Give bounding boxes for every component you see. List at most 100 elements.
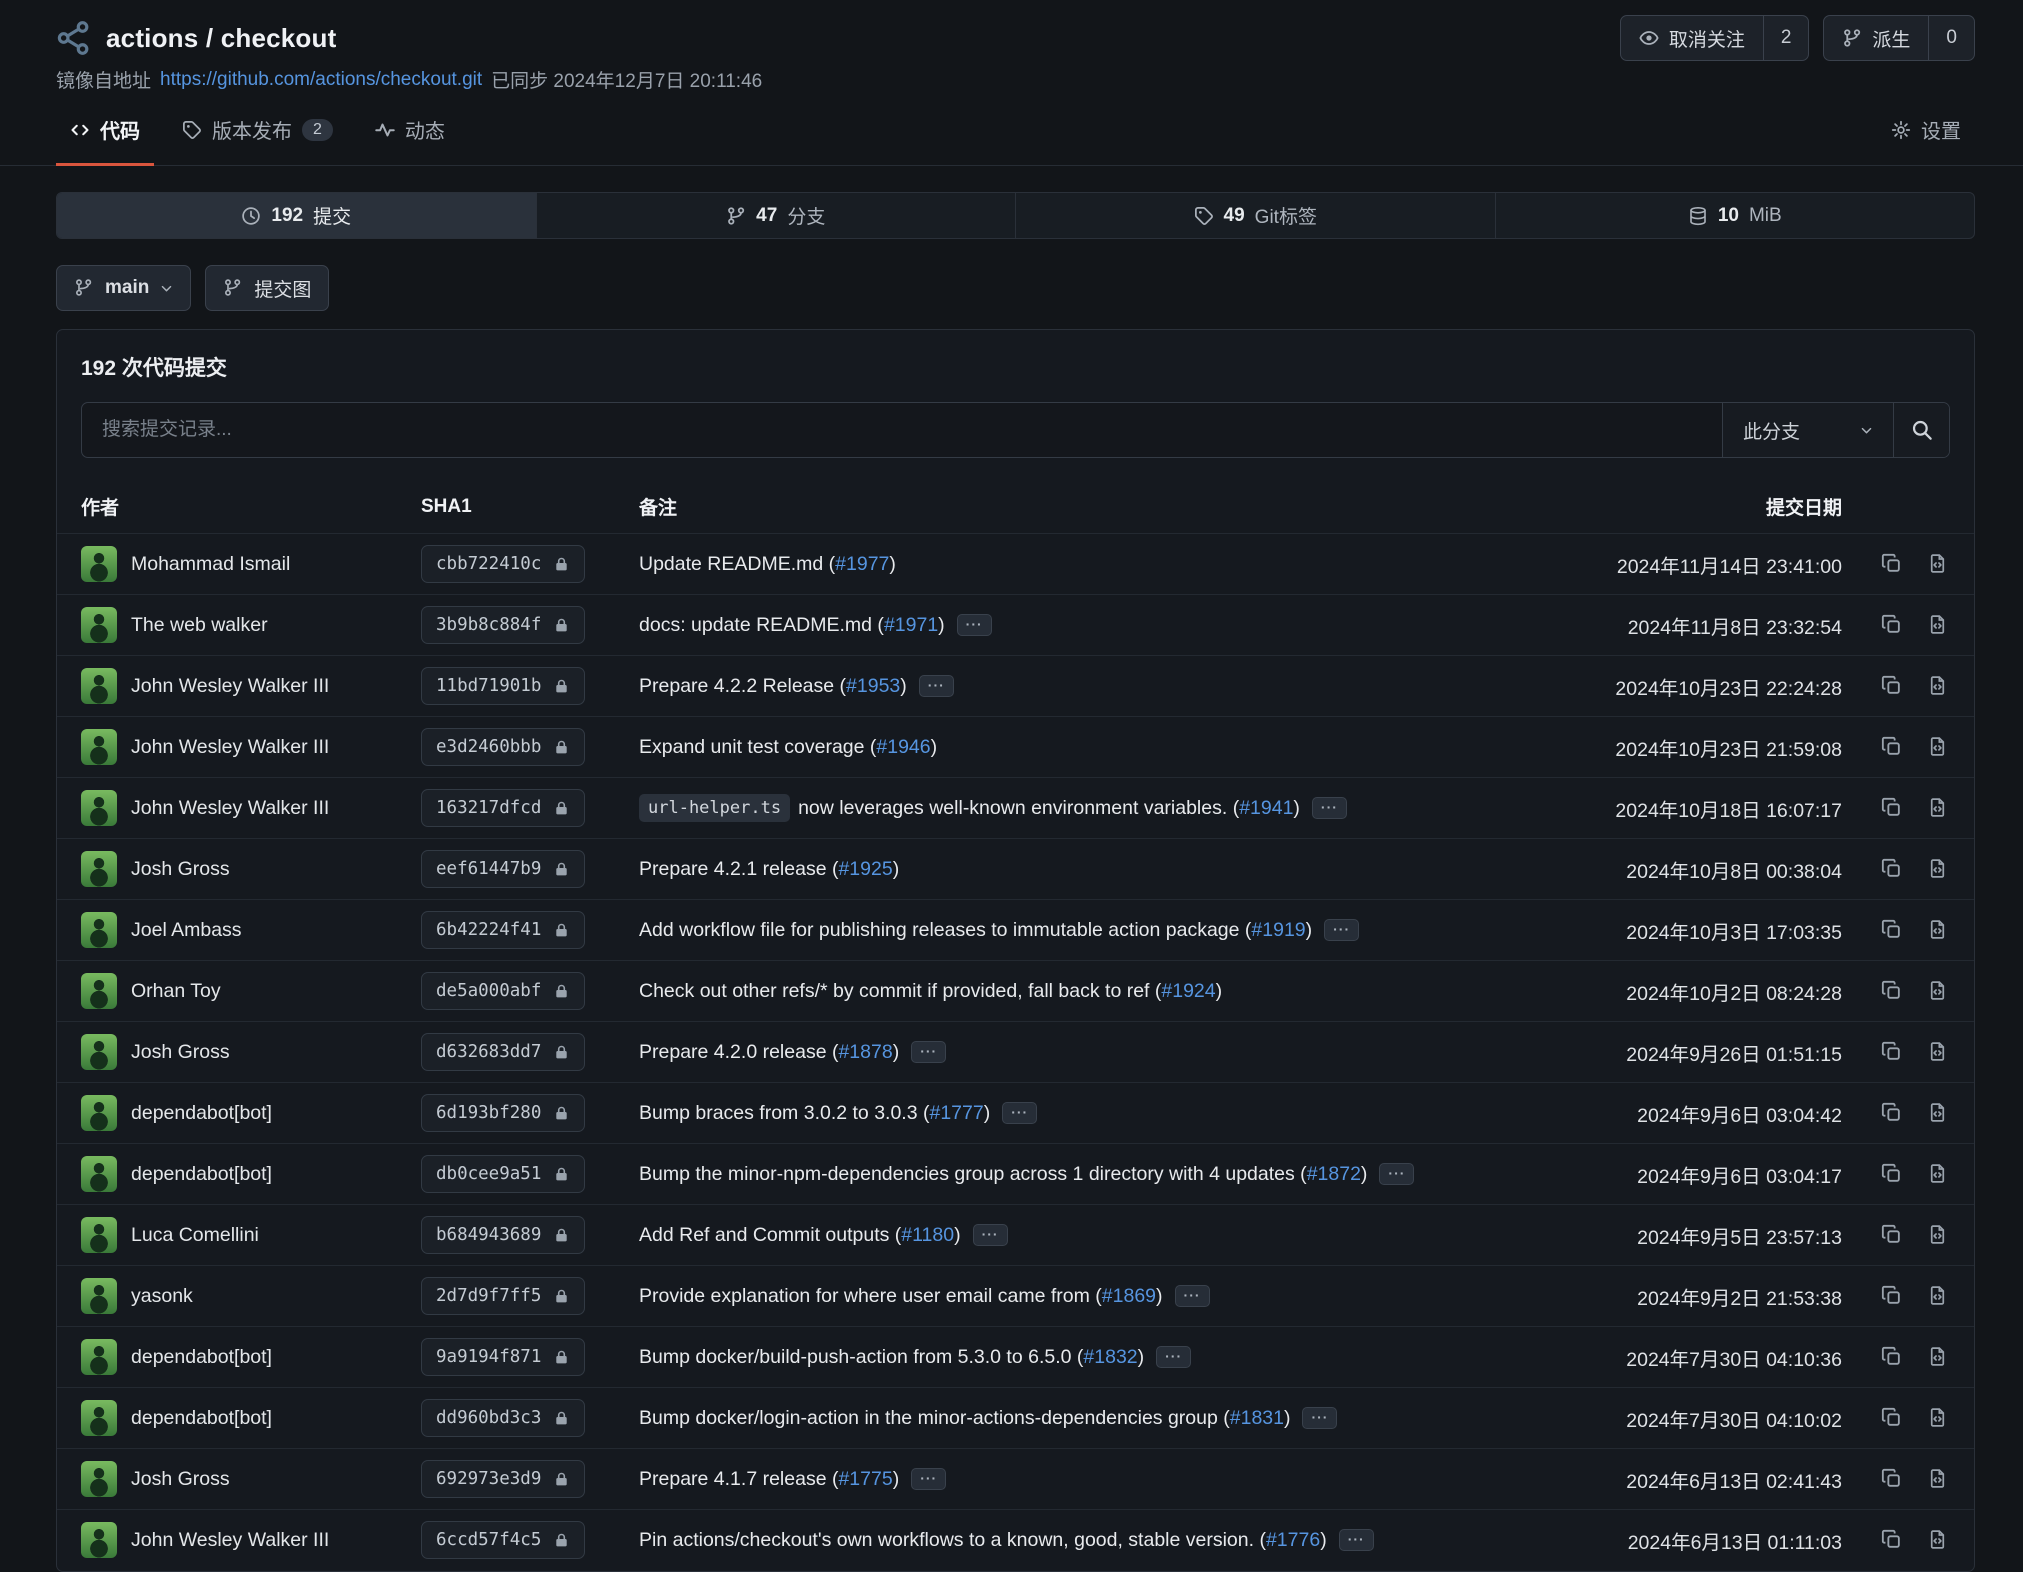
- author-avatar[interactable]: [81, 1156, 117, 1192]
- author-avatar[interactable]: [81, 729, 117, 765]
- browse-source-button[interactable]: [1922, 792, 1952, 822]
- copy-sha-button[interactable]: [1877, 1219, 1907, 1249]
- issue-link[interactable]: #1776: [1266, 1529, 1320, 1552]
- browse-source-button[interactable]: [1922, 1341, 1952, 1371]
- copy-sha-button[interactable]: [1877, 1280, 1907, 1310]
- expand-commit-body-button[interactable]: ···: [1156, 1346, 1191, 1368]
- author-avatar[interactable]: [81, 790, 117, 826]
- copy-sha-button[interactable]: [1877, 1097, 1907, 1127]
- stat-size[interactable]: 10 MiB: [1495, 193, 1975, 238]
- issue-link[interactable]: #1941: [1239, 797, 1293, 820]
- copy-sha-button[interactable]: [1877, 609, 1907, 639]
- tab-activity[interactable]: 动态: [361, 101, 459, 166]
- copy-sha-button[interactable]: [1877, 914, 1907, 944]
- author-avatar[interactable]: [81, 1278, 117, 1314]
- branch-selector[interactable]: main: [56, 265, 191, 311]
- browse-source-button[interactable]: [1922, 1402, 1952, 1432]
- author-name[interactable]: John Wesley Walker III: [131, 1529, 329, 1552]
- issue-link[interactable]: #1953: [846, 675, 900, 698]
- commit-sha-badge[interactable]: 163217dfcd: [421, 789, 585, 827]
- author-name[interactable]: Josh Gross: [131, 1041, 230, 1064]
- author-avatar[interactable]: [81, 668, 117, 704]
- commit-sha-badge[interactable]: e3d2460bbb: [421, 728, 585, 766]
- expand-commit-body-button[interactable]: ···: [911, 1041, 946, 1063]
- author-name[interactable]: dependabot[bot]: [131, 1163, 272, 1186]
- browse-source-button[interactable]: [1922, 548, 1952, 578]
- commit-sha-badge[interactable]: db0cee9a51: [421, 1155, 585, 1193]
- forks-count[interactable]: 0: [1928, 16, 1974, 60]
- commit-sha-badge[interactable]: 6d193bf280: [421, 1094, 585, 1132]
- browse-source-button[interactable]: [1922, 1158, 1952, 1188]
- author-avatar[interactable]: [81, 1400, 117, 1436]
- copy-sha-button[interactable]: [1877, 1158, 1907, 1188]
- tab-releases[interactable]: 版本发布 2: [168, 101, 347, 166]
- commit-sha-badge[interactable]: 692973e3d9: [421, 1460, 585, 1498]
- author-avatar[interactable]: [81, 1522, 117, 1558]
- author-avatar[interactable]: [81, 912, 117, 948]
- browse-source-button[interactable]: [1922, 670, 1952, 700]
- fork-button[interactable]: 派生: [1824, 16, 1928, 60]
- author-avatar[interactable]: [81, 1461, 117, 1497]
- expand-commit-body-button[interactable]: ···: [1379, 1163, 1414, 1185]
- author-name[interactable]: Mohammad Ismail: [131, 553, 290, 576]
- commit-sha-badge[interactable]: cbb722410c: [421, 545, 585, 583]
- browse-source-button[interactable]: [1922, 975, 1952, 1005]
- author-name[interactable]: Joel Ambass: [131, 919, 242, 942]
- issue-link[interactable]: #1777: [929, 1102, 983, 1125]
- issue-link[interactable]: #1919: [1251, 919, 1305, 942]
- expand-commit-body-button[interactable]: ···: [1302, 1407, 1337, 1429]
- expand-commit-body-button[interactable]: ···: [911, 1468, 946, 1490]
- issue-link[interactable]: #1831: [1230, 1407, 1284, 1430]
- expand-commit-body-button[interactable]: ···: [1324, 919, 1359, 941]
- author-name[interactable]: John Wesley Walker III: [131, 797, 329, 820]
- issue-link[interactable]: #1977: [835, 553, 889, 576]
- author-avatar[interactable]: [81, 1034, 117, 1070]
- issue-link[interactable]: #1924: [1161, 980, 1215, 1003]
- author-name[interactable]: John Wesley Walker III: [131, 736, 329, 759]
- browse-source-button[interactable]: [1922, 853, 1952, 883]
- expand-commit-body-button[interactable]: ···: [1002, 1102, 1037, 1124]
- stat-tags[interactable]: 49 Git标签: [1015, 193, 1495, 238]
- copy-sha-button[interactable]: [1877, 548, 1907, 578]
- browse-source-button[interactable]: [1922, 914, 1952, 944]
- branch-filter-dropdown[interactable]: 此分支: [1722, 403, 1893, 457]
- repo-title[interactable]: actions / checkout: [106, 23, 336, 54]
- author-name[interactable]: Luca Comellini: [131, 1224, 259, 1247]
- commit-sha-badge[interactable]: de5a000abf: [421, 972, 585, 1010]
- issue-link[interactable]: #1180: [901, 1224, 954, 1247]
- stat-commits[interactable]: 192 提交: [57, 193, 536, 238]
- author-name[interactable]: dependabot[bot]: [131, 1102, 272, 1125]
- tab-settings[interactable]: 设置: [1877, 101, 1975, 166]
- author-name[interactable]: Josh Gross: [131, 858, 230, 881]
- commit-sha-badge[interactable]: 3b9b8c884f: [421, 606, 585, 644]
- browse-source-button[interactable]: [1922, 609, 1952, 639]
- browse-source-button[interactable]: [1922, 1036, 1952, 1066]
- expand-commit-body-button[interactable]: ···: [973, 1224, 1008, 1246]
- expand-commit-body-button[interactable]: ···: [1175, 1285, 1210, 1307]
- expand-commit-body-button[interactable]: ···: [919, 675, 954, 697]
- commit-sha-badge[interactable]: d632683dd7: [421, 1033, 585, 1071]
- search-submit-button[interactable]: [1893, 403, 1949, 457]
- copy-sha-button[interactable]: [1877, 1341, 1907, 1371]
- author-name[interactable]: Orhan Toy: [131, 980, 221, 1003]
- commit-search-input[interactable]: [82, 403, 1722, 457]
- tab-code[interactable]: 代码: [56, 101, 154, 166]
- issue-link[interactable]: #1832: [1083, 1346, 1137, 1369]
- commit-sha-badge[interactable]: 6ccd57f4c5: [421, 1521, 585, 1559]
- browse-source-button[interactable]: [1922, 1463, 1952, 1493]
- copy-sha-button[interactable]: [1877, 1525, 1907, 1555]
- copy-sha-button[interactable]: [1877, 1036, 1907, 1066]
- author-avatar[interactable]: [81, 1217, 117, 1253]
- watchers-count[interactable]: 2: [1763, 16, 1809, 60]
- commit-sha-badge[interactable]: 11bd71901b: [421, 667, 585, 705]
- issue-link[interactable]: #1775: [838, 1468, 892, 1491]
- author-avatar[interactable]: [81, 546, 117, 582]
- expand-commit-body-button[interactable]: ···: [1312, 797, 1347, 819]
- browse-source-button[interactable]: [1922, 731, 1952, 761]
- author-name[interactable]: Josh Gross: [131, 1468, 230, 1491]
- copy-sha-button[interactable]: [1877, 670, 1907, 700]
- issue-link[interactable]: #1878: [838, 1041, 892, 1064]
- mirror-url-link[interactable]: https://github.com/actions/checkout.git: [160, 69, 482, 91]
- commit-sha-badge[interactable]: 2d7d9f7ff5: [421, 1277, 585, 1315]
- author-name[interactable]: dependabot[bot]: [131, 1407, 272, 1430]
